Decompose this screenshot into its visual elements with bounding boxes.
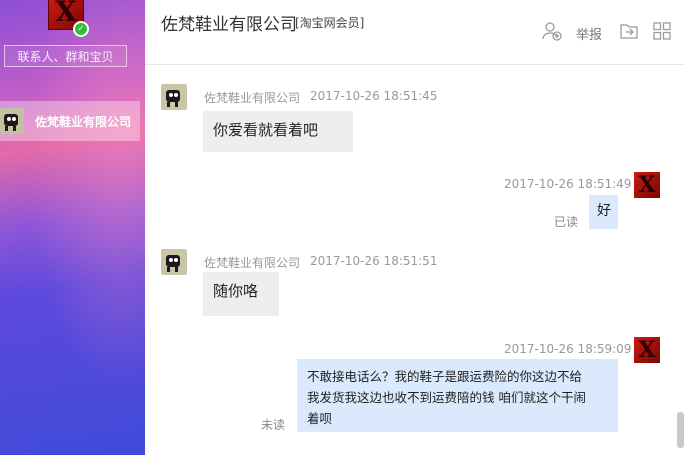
report-button[interactable]: 举报 — [576, 24, 602, 43]
contact-list-item[interactable]: 佐梵鞋业有限公司 — [0, 101, 140, 141]
transfer-file-icon[interactable] — [618, 20, 640, 42]
read-status: 未读 — [261, 418, 286, 432]
chat-scrollbar[interactable] — [677, 412, 684, 448]
message-bubble[interactable]: 随你咯 — [203, 272, 279, 316]
chat-header: 佐梵鞋业有限公司 [淘宝网会员] 举报 — [145, 0, 685, 64]
contact-search-input[interactable]: 联系人、群和宝贝 — [4, 45, 127, 67]
my-message-avatar[interactable]: X — [634, 172, 660, 198]
my-message-avatar[interactable]: X — [634, 337, 660, 363]
message-time: 2017-10-26 18:59:09 — [504, 342, 632, 356]
sidebar: X ✓ 联系人、群和宝贝 佐梵鞋业有限公司 — [0, 0, 145, 455]
sender-avatar[interactable] — [161, 84, 187, 110]
message-bubble[interactable]: 不敢接电话么？我的鞋子是跟运费险的你这边不给 我发货我这边也收不到运费陪的钱 咱… — [297, 359, 618, 432]
online-status-icon: ✓ — [73, 21, 89, 37]
read-status: 已读 — [554, 215, 579, 229]
message-time: 2017-10-26 18:51:51 — [310, 254, 438, 268]
message-time: 2017-10-26 18:51:45 — [310, 89, 438, 103]
add-contact-icon[interactable] — [541, 20, 563, 42]
contact-avatar — [0, 108, 24, 134]
message-sender: 佐梵鞋业有限公司 — [204, 256, 301, 270]
more-apps-icon[interactable] — [651, 20, 673, 42]
chat-title: 佐梵鞋业有限公司 — [161, 15, 297, 35]
message-time: 2017-10-26 18:51:49 — [504, 177, 632, 191]
contact-name: 佐梵鞋业有限公司 — [35, 115, 132, 129]
message-sender: 佐梵鞋业有限公司 — [204, 91, 301, 105]
message-bubble[interactable]: 好 — [589, 195, 618, 229]
chat-messages[interactable]: 佐梵鞋业有限公司 2017-10-26 18:51:45 你爱看就看着吧 201… — [145, 65, 685, 455]
member-badge: [淘宝网会员] — [295, 16, 365, 30]
sender-avatar[interactable] — [161, 249, 187, 275]
message-bubble[interactable]: 你爱看就看着吧 — [203, 111, 353, 152]
